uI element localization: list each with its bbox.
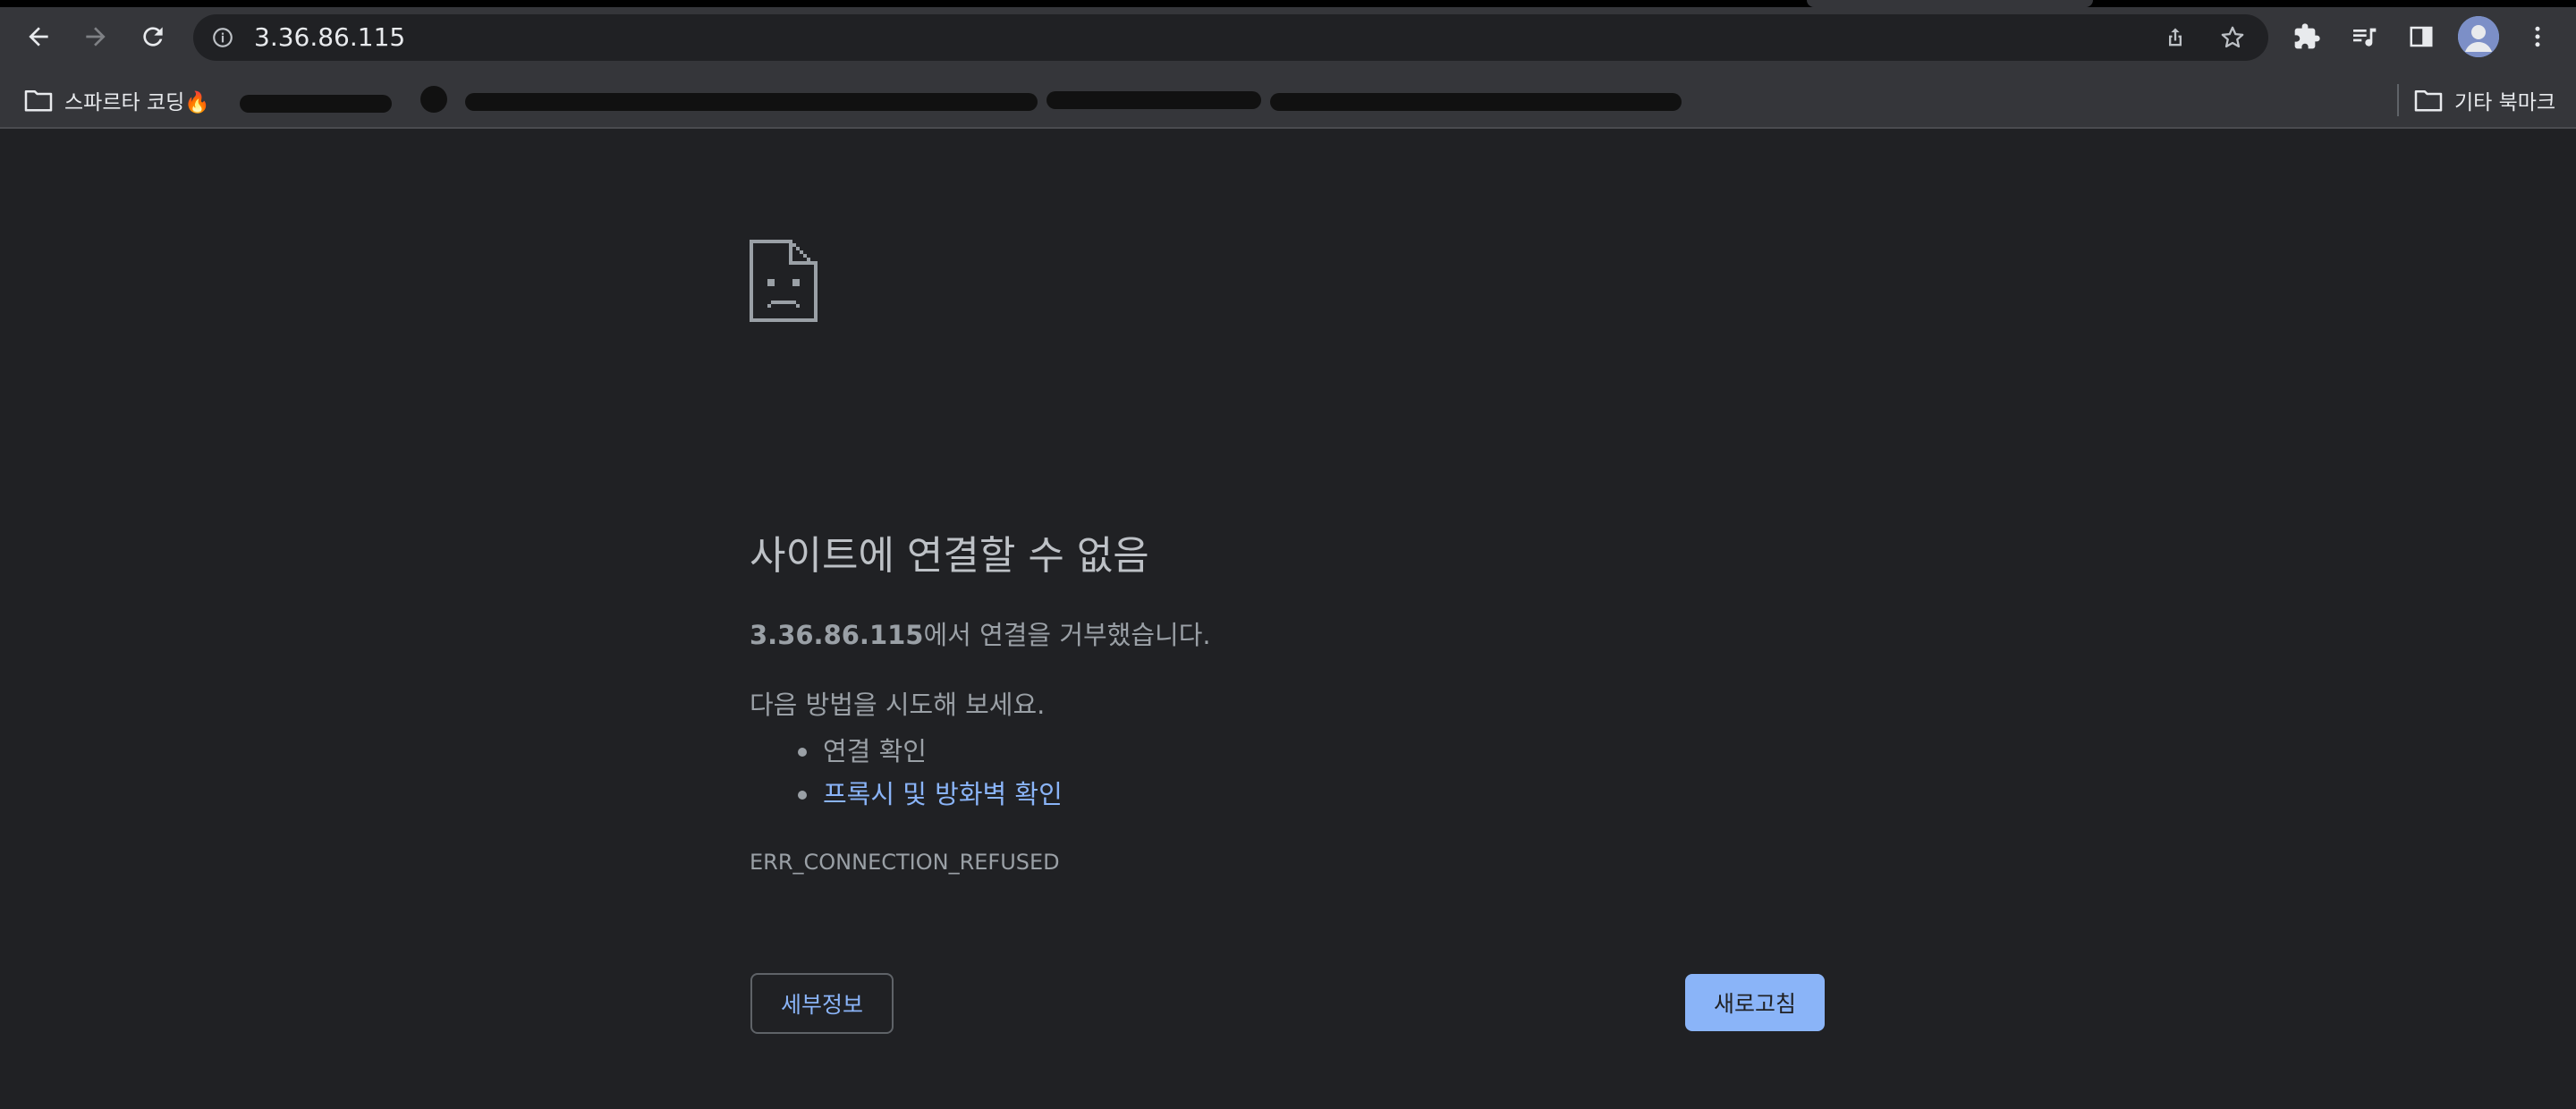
redacted-bookmark-icon (420, 86, 447, 113)
share-icon (2169, 28, 2182, 47)
redacted-bookmark (465, 93, 1038, 111)
suggestions-list: 연결 확인 프록시 및 방화벽 확인 (798, 730, 1063, 816)
folder-icon (2414, 89, 2443, 112)
bookmarks-bar: 스파르타 코딩🔥 기타 북마크 (0, 73, 2576, 129)
media-queue-icon (2353, 28, 2377, 47)
error-title: 사이트에 연결할 수 없음 (750, 533, 1149, 579)
star-icon (2221, 26, 2244, 48)
bookmark-star-button[interactable] (2218, 23, 2247, 52)
side-panel-icon (2410, 26, 2433, 47)
sad-page-icon (750, 240, 818, 322)
reload-page-button[interactable]: 새로고침 (1685, 974, 1825, 1031)
bookmark-label: 기타 북마크 (2454, 91, 2556, 114)
bookmarks-divider (2397, 84, 2399, 116)
browser-toolbar: 3.36.86.115 (0, 0, 2576, 73)
forward-button[interactable] (77, 18, 114, 55)
suggestions-intro: 다음 방법을 시도해 보세요. (750, 690, 1046, 720)
reload-button[interactable] (134, 18, 172, 55)
bookmark-label: 스파르타 코딩🔥 (64, 91, 210, 114)
share-button[interactable] (2161, 23, 2190, 52)
profile-avatar[interactable] (2458, 16, 2499, 57)
extensions-button[interactable] (2288, 18, 2326, 55)
tab-strip-edge (0, 0, 2576, 7)
bookmark-folder-other[interactable]: 기타 북마크 (2413, 82, 2555, 118)
kebab-menu-icon (2535, 26, 2540, 47)
back-arrow-icon (29, 27, 48, 47)
page-content (0, 129, 2576, 1109)
menu-button[interactable] (2519, 18, 2556, 55)
redacted-bookmark (1046, 91, 1261, 109)
user-icon (2458, 16, 2499, 57)
redacted-bookmark (240, 95, 392, 113)
address-bar[interactable]: 3.36.86.115 (193, 14, 2268, 61)
error-code: ERR_CONNECTION_REFUSED (750, 850, 1060, 875)
folder-icon (24, 89, 53, 112)
media-controls-button[interactable] (2345, 18, 2383, 55)
forward-arrow-icon (86, 27, 106, 47)
error-description: 3.36.86.115에서 연결을 거부했습니다. (750, 617, 1211, 653)
side-panel-button[interactable] (2402, 18, 2440, 55)
redacted-bookmark (1270, 93, 1682, 111)
url-text[interactable]: 3.36.86.115 (254, 23, 405, 52)
suggestion-check-proxy-firewall-link[interactable]: 프록시 및 방화벽 확인 (798, 773, 1063, 816)
bookmark-folder-sparta[interactable]: 스파르타 코딩🔥 (23, 82, 210, 118)
puzzle-icon (2294, 23, 2320, 49)
error-host: 3.36.86.115 (750, 620, 924, 650)
back-button[interactable] (20, 18, 57, 55)
suggestion-check-connection: 연결 확인 (798, 730, 1063, 773)
error-desc-text: 에서 연결을 거부했습니다. (923, 620, 1211, 650)
details-button[interactable]: 세부정보 (750, 973, 894, 1034)
info-icon[interactable] (211, 26, 234, 49)
reload-icon (143, 27, 163, 47)
